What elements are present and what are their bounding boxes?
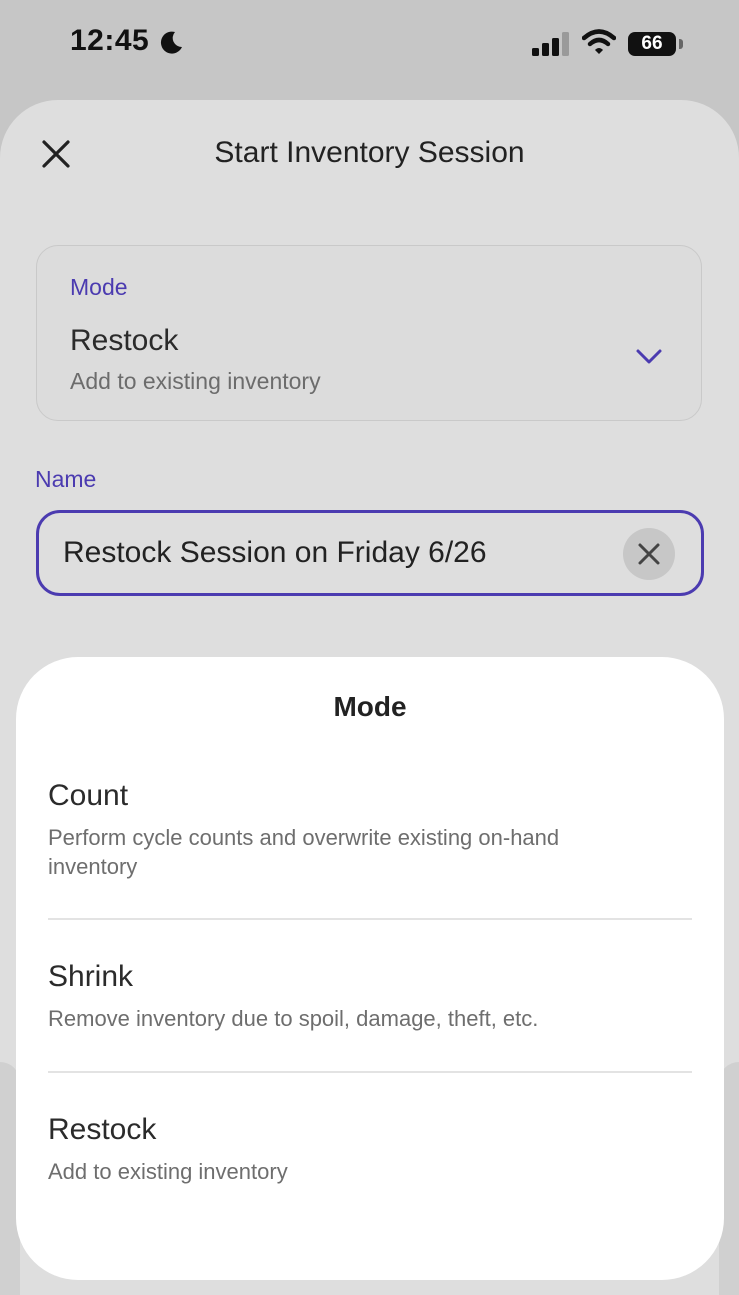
option-title: Shrink bbox=[48, 960, 134, 993]
mode-option-shrink[interactable]: Shrink Remove inventory due to spoil, da… bbox=[48, 960, 692, 1033]
clear-icon bbox=[638, 543, 660, 565]
mode-picker-title: Mode bbox=[333, 691, 407, 722]
mode-select[interactable]: Mode Restock Add to existing inventory bbox=[36, 245, 702, 421]
page-title: Start Inventory Session bbox=[214, 136, 525, 169]
battery-nub bbox=[679, 39, 683, 49]
mode-option-count[interactable]: Count Perform cycle counts and overwrite… bbox=[48, 779, 692, 881]
option-description: Perform cycle counts and overwrite exist… bbox=[48, 825, 560, 879]
divider bbox=[48, 918, 692, 920]
option-title: Count bbox=[48, 779, 129, 812]
option-description: Remove inventory due to spoil, damage, t… bbox=[48, 1006, 539, 1031]
mode-field-value: Restock bbox=[70, 324, 179, 357]
status-time: 12:45 bbox=[70, 24, 150, 57]
battery-icon: 66 bbox=[628, 32, 676, 56]
clear-name-button[interactable] bbox=[623, 528, 675, 580]
status-bar: 12:45 66 bbox=[0, 0, 739, 90]
name-input[interactable] bbox=[63, 513, 603, 593]
moon-icon bbox=[160, 31, 182, 54]
mode-picker-modal: Mode Count Perform cycle counts and over… bbox=[16, 657, 724, 1280]
wifi-icon bbox=[582, 29, 616, 54]
mode-field-label: Mode bbox=[70, 274, 128, 300]
option-description: Add to existing inventory bbox=[48, 1159, 288, 1184]
mode-field-description: Add to existing inventory bbox=[70, 368, 321, 394]
cellular-signal-icon bbox=[532, 32, 569, 56]
divider bbox=[48, 1071, 692, 1073]
mode-option-restock[interactable]: Restock Add to existing inventory bbox=[48, 1113, 692, 1186]
name-field bbox=[36, 510, 704, 596]
option-title: Restock bbox=[48, 1113, 157, 1146]
name-field-label: Name bbox=[35, 466, 97, 492]
chevron-down-icon bbox=[636, 349, 662, 364]
